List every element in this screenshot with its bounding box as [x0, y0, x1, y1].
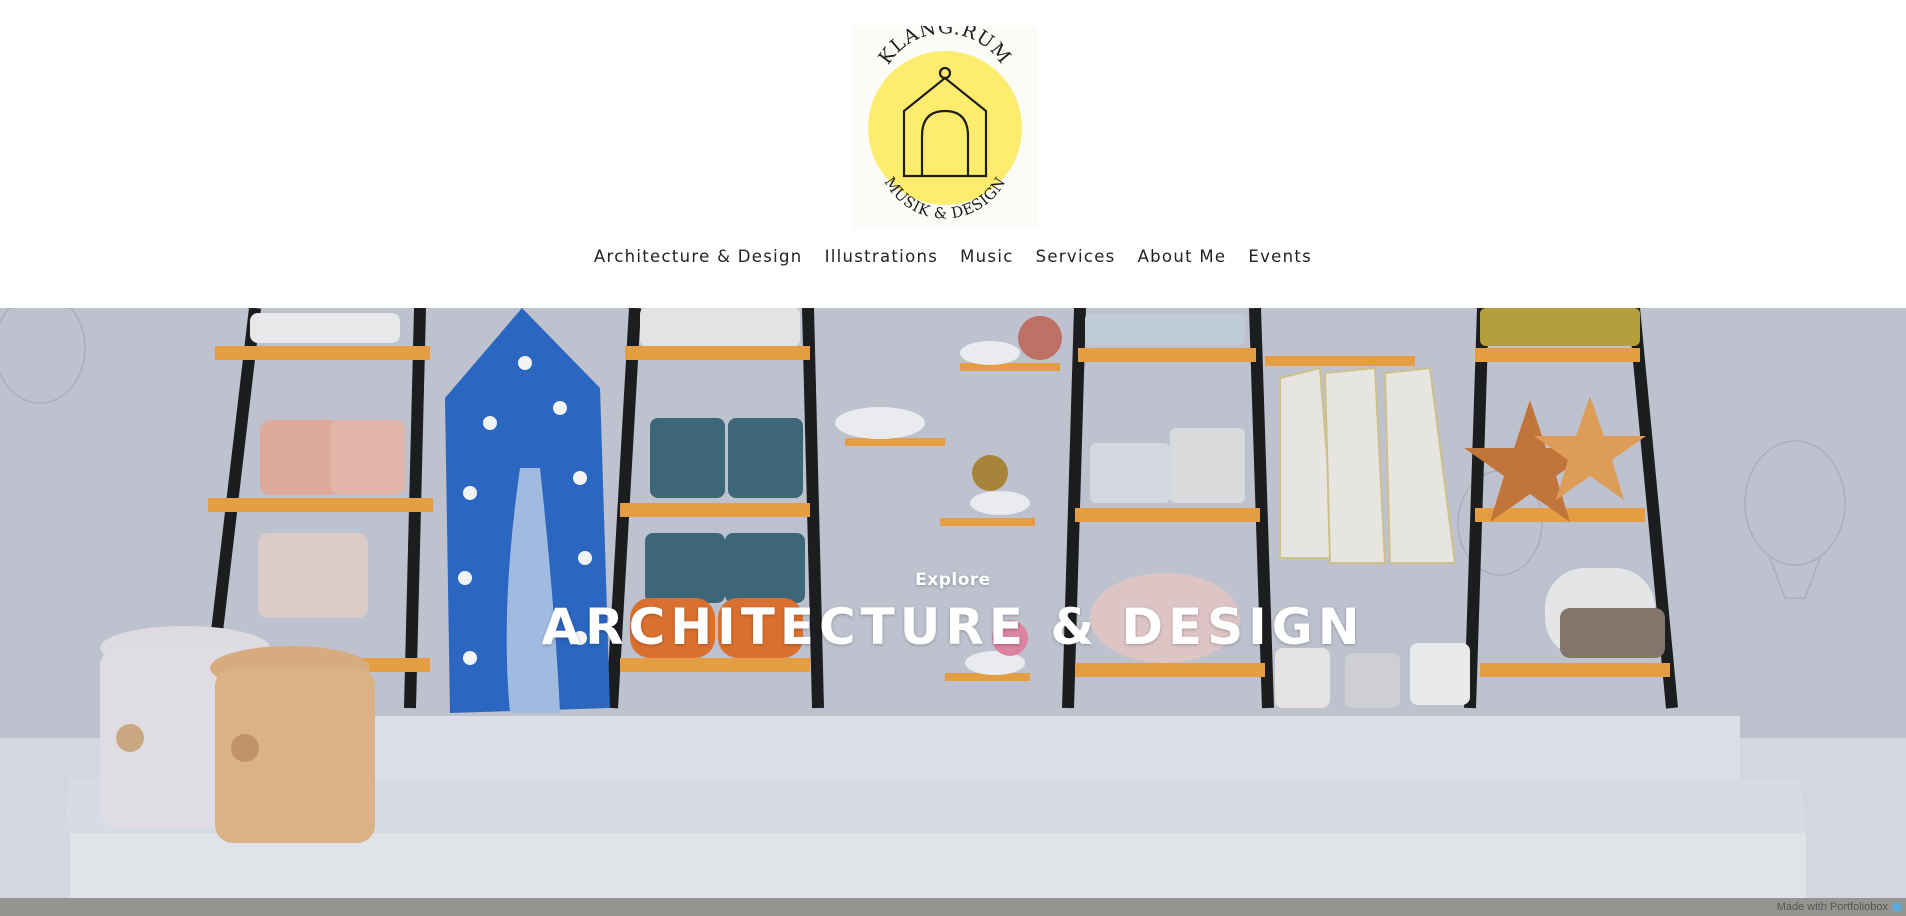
main-nav: Architecture & Design Illustrations Musi…	[0, 247, 1906, 266]
site-logo[interactable]: KLANG.RUM MUSIK & DESIGN	[852, 26, 1038, 228]
site-header: KLANG.RUM MUSIK & DESIGN Architecture & …	[0, 0, 1906, 308]
portfoliobox-badge[interactable]: Made with Portfoliobox	[1777, 898, 1906, 916]
nav-item-illustrations[interactable]: Illustrations	[825, 247, 939, 266]
nav-item-events[interactable]: Events	[1248, 247, 1312, 266]
nav-item-music[interactable]: Music	[960, 247, 1013, 266]
hero-kicker: Explore	[915, 570, 991, 590]
hero-title: ARCHITECTURE & DESIGN	[541, 598, 1365, 656]
nav-item-architecture-design[interactable]: Architecture & Design	[594, 247, 803, 266]
portfoliobox-icon	[1892, 902, 1902, 912]
badge-label: Made with Portfoliobox	[1776, 901, 1888, 913]
hero-banner[interactable]: Explore ARCHITECTURE & DESIGN Made with …	[0, 308, 1906, 916]
nav-item-about-me[interactable]: About Me	[1138, 247, 1227, 266]
nav-item-services[interactable]: Services	[1036, 247, 1116, 266]
